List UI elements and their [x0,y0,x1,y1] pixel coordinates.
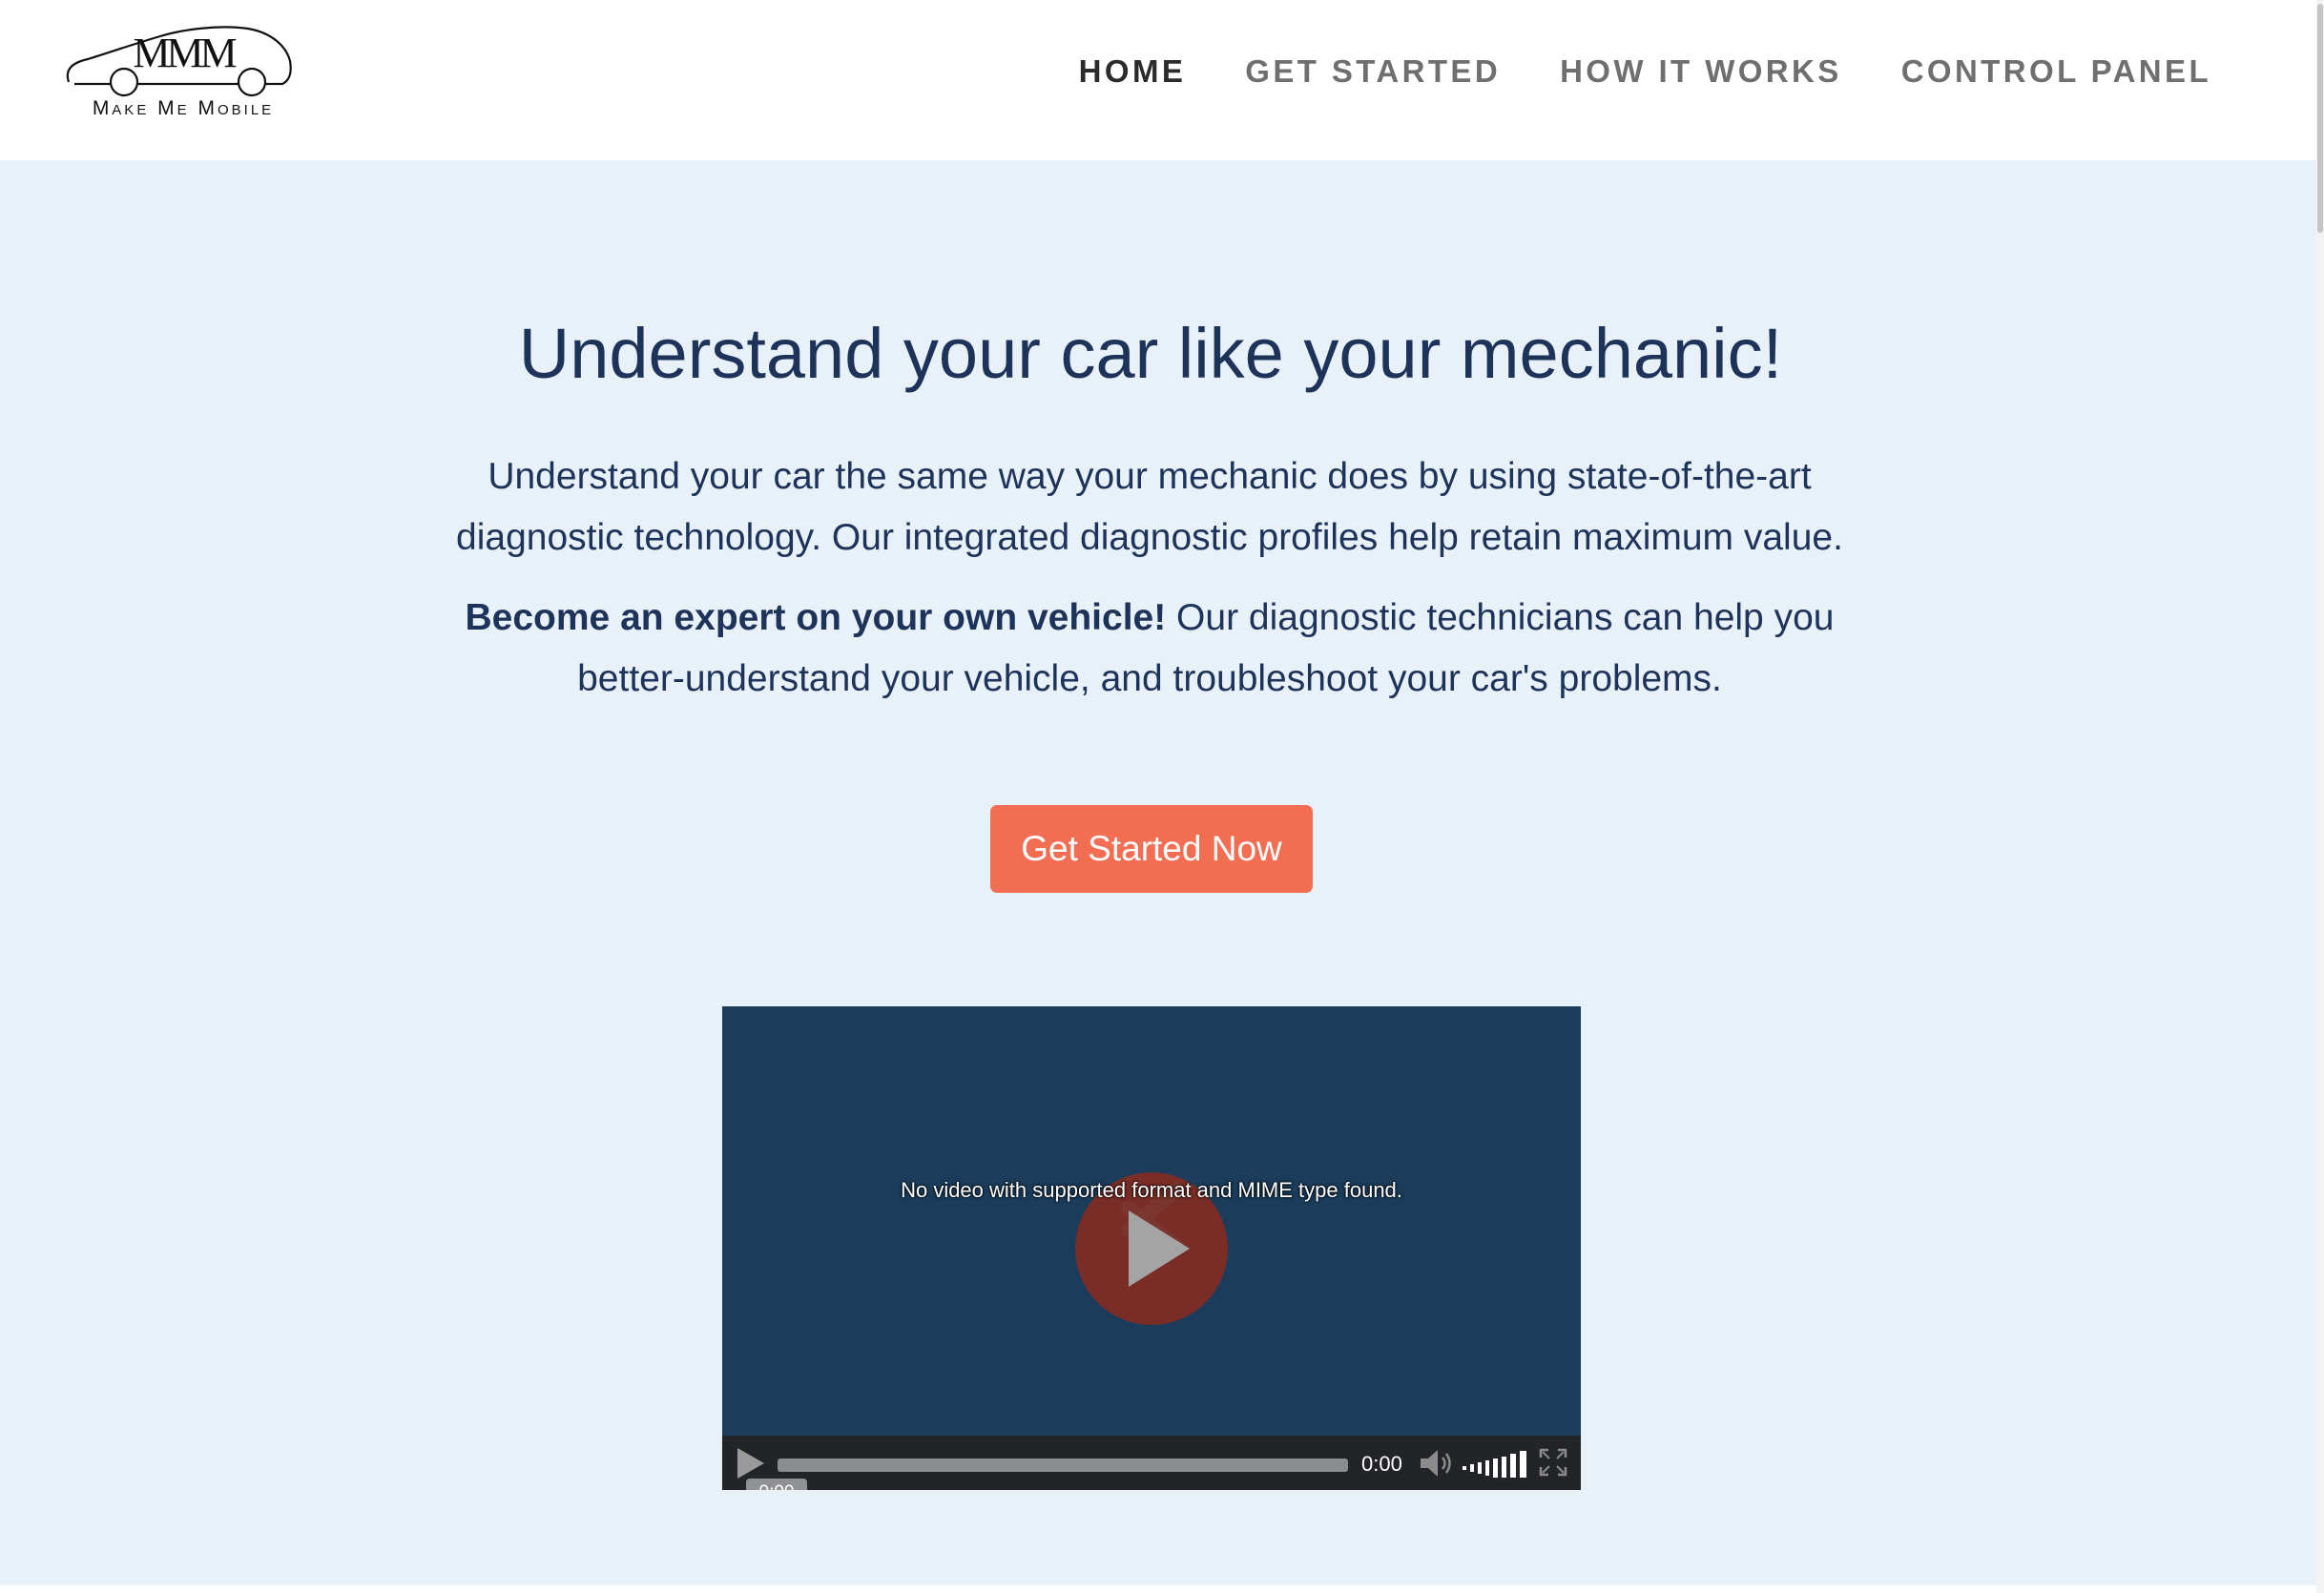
play-icon[interactable] [736,1446,766,1480]
main-nav: HOME GET STARTED HOW IT WORKS CONTROL PA… [1079,53,2211,90]
video-error-message: No video with supported format and MIME … [901,1178,1402,1202]
nav-get-started[interactable]: GET STARTED [1245,53,1501,90]
hero-paragraph-2: Become an expert on your own vehicle! Ou… [429,588,1870,710]
hero-section: Understand your car like your mechanic! … [0,160,2316,1585]
nav-how-it-works[interactable]: HOW IT WORKS [1560,53,1842,90]
video-player[interactable]: No video with supported format and MIME … [722,1006,1581,1490]
scrollbar-thumb[interactable] [2317,4,2323,233]
hero-title: Understand your car like your mechanic! [518,314,1783,393]
video-controls: 0:00 [722,1436,1581,1490]
logo[interactable]: MMM Make Me Mobile [61,23,298,122]
get-started-now-button[interactable]: Get Started Now [990,805,1313,893]
speaker-icon[interactable] [1419,1447,1455,1479]
site-header: MMM Make Me Mobile HOME GET STARTED HOW … [0,0,2316,160]
logo-text: Make Me Mobile [92,97,275,119]
video-progress-bar[interactable] [778,1459,1348,1472]
hero-paragraph-2-bold: Become an expert on your own vehicle! [465,597,1167,638]
fullscreen-icon[interactable] [1539,1448,1567,1477]
time-tooltip: 0:00 [746,1479,807,1490]
page-scrollbar[interactable] [2316,0,2324,1593]
video-current-time: 0:00 [1361,1452,1402,1476]
logo-monogram: MMM [133,30,237,76]
hero-paragraph-1: Understand your car the same way your me… [456,456,1843,558]
nav-control-panel[interactable]: CONTROL PANEL [1901,53,2211,90]
volume-bars-icon[interactable] [1463,1449,1529,1478]
nav-home[interactable]: HOME [1079,53,1187,90]
